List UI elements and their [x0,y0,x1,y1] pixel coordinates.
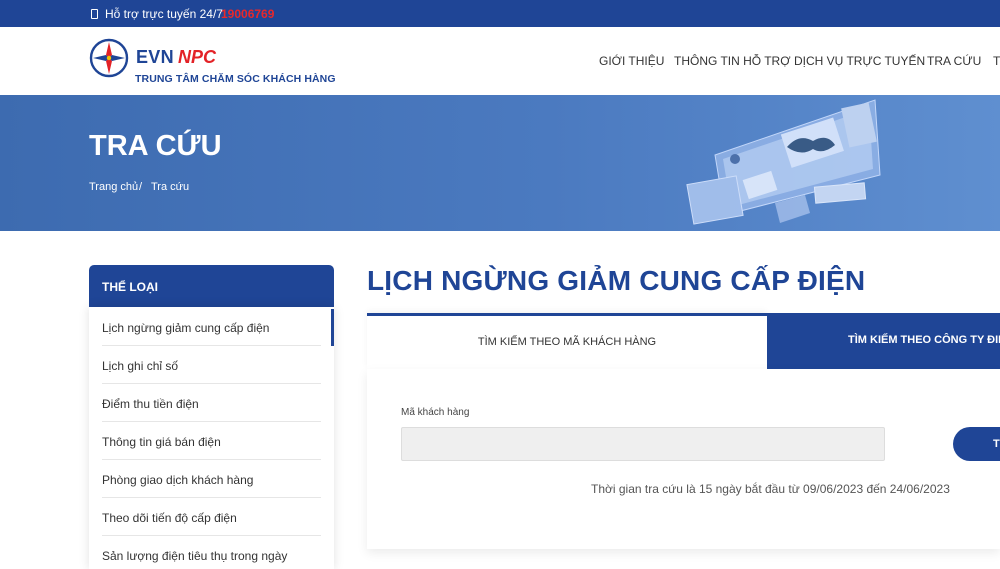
sidebar-item-label: Phòng giao dịch khách hàng [102,473,254,487]
tab-search-by-customer-code[interactable]: TÌM KIẾM THEO MÃ KHÁCH HÀNG [367,313,767,369]
page-title: TRA CỨU [89,130,222,162]
support-label: Hỗ trợ trực tuyến 24/7: [105,7,227,21]
lookup-period-note: Thời gian tra cứu là 15 ngày bắt đầu từ … [591,482,950,496]
sidebar-heading: THỂ LOẠI [89,265,334,307]
customer-code-label: Mã khách hàng [401,407,470,418]
sidebar-item-diem-thu-tien-dien[interactable]: Điểm thu tiền điện [102,384,321,422]
sidebar-item-label: Theo dõi tiến độ cấp điện [102,511,237,525]
tab-search-by-power-company[interactable]: TÌM KIẾM THEO CÔNG TY ĐIỆN [767,313,1000,369]
page-banner: TRA CỨU Trang chủ / Tra cứu [0,95,1000,231]
phone-icon [91,9,98,19]
active-indicator [331,309,334,346]
brand-evn: EVN [136,47,174,67]
brand-subtitle: TRUNG TÂM CHĂM SÓC KHÁCH HÀNG [135,73,336,85]
sidebar-item-san-luong-dien[interactable]: Sản lượng điện tiêu thụ trong ngày [102,536,321,569]
breadcrumb-home[interactable]: Trang chủ [89,181,138,193]
evn-logo-icon[interactable] [89,38,129,78]
hotline-number[interactable]: 19006769 [221,7,274,21]
sidebar-item-lich-ghi-chi-so[interactable]: Lịch ghi chỉ số [102,346,321,384]
brand-npc: NPC [178,47,217,67]
customer-code-input[interactable] [401,427,885,461]
search-form: Mã khách hàng T Thời gian tra cứu là 15 … [367,369,1000,549]
category-sidebar: Lịch ngừng giảm cung cấp điện Lịch ghi c… [89,307,334,569]
breadcrumb-separator: / [139,181,143,193]
nav-tra-cuu[interactable]: TRA CỨU [927,54,981,68]
search-tabs: TÌM KIẾM THEO MÃ KHÁCH HÀNG TÌM KIẾM THE… [367,313,1000,369]
sidebar-item-label: Sản lượng điện tiêu thụ trong ngày [102,549,288,563]
sidebar-item-label: Thông tin giá bán điện [102,435,221,449]
sidebar-item-label: Lịch ngừng giảm cung cấp điện [102,321,270,335]
sidebar-item-thong-tin-gia-ban-dien[interactable]: Thông tin giá bán điện [102,422,321,460]
nav-item-truncated[interactable]: T [993,54,1000,68]
site-header: EVN NPC TRUNG TÂM CHĂM SÓC KHÁCH HÀNG GI… [0,27,1000,95]
sidebar-item-label: Lịch ghi chỉ số [102,359,179,373]
sidebar-item-lich-ngung-giam-cung-cap-dien[interactable]: Lịch ngừng giảm cung cấp điện [102,308,334,346]
breadcrumb-current: Tra cứu [151,181,190,193]
nav-thong-tin-ho-tro[interactable]: THÔNG TIN HỖ TRỢ [674,54,791,68]
sidebar-item-label: Điểm thu tiền điện [102,397,199,411]
search-button[interactable]: T [953,427,1000,461]
section-title: LỊCH NGỪNG GIẢM CUNG CẤP ĐIỆN [367,265,866,296]
nav-dich-vu-truc-tuyen[interactable]: DỊCH VỤ TRỰC TUYẾN [794,54,925,68]
support-bar: Hỗ trợ trực tuyến 24/7: 19006769 [0,0,1000,27]
sidebar-item-phong-giao-dich[interactable]: Phòng giao dịch khách hàng [102,460,321,498]
sidebar-item-theo-doi-tien-do[interactable]: Theo dõi tiến độ cấp điện [102,498,321,536]
nav-gioi-thieu[interactable]: GIỚI THIỆU [599,54,664,68]
devices-illustration [686,99,881,225]
